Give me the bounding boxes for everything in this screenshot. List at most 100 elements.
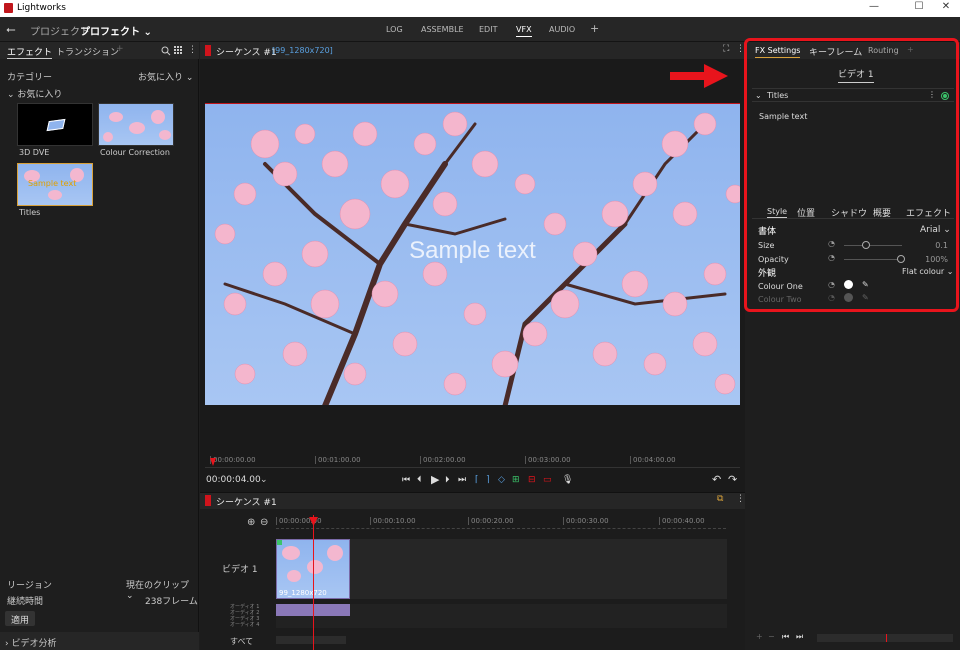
- apply-button[interactable]: 適用: [5, 611, 35, 626]
- overview-bar[interactable]: [276, 636, 346, 644]
- mark-out-icon[interactable]: ⌉: [486, 475, 490, 485]
- remove-icon[interactable]: ▭: [543, 475, 552, 485]
- insert-icon[interactable]: ⊞: [512, 475, 520, 485]
- tab-log[interactable]: LOG: [386, 25, 403, 34]
- effect-colour-correction-thumbnail[interactable]: [98, 103, 174, 146]
- sync-icon[interactable]: ⧉: [717, 494, 723, 504]
- opacity-slider-knob[interactable]: [897, 255, 905, 263]
- keyframe-icon[interactable]: ◔: [828, 280, 835, 289]
- zoom-in-icon[interactable]: ⊕: [247, 517, 255, 528]
- tab-fx-settings[interactable]: FX Settings: [755, 46, 801, 58]
- video-viewer[interactable]: Sample text: [205, 103, 740, 405]
- subtab-style[interactable]: Style: [767, 207, 788, 218]
- timeline-playhead[interactable]: [313, 515, 314, 650]
- timecode-display[interactable]: 00:00:04.00: [206, 475, 261, 485]
- maximize-button[interactable]: ☐: [905, 1, 933, 12]
- size-value[interactable]: 0.1: [914, 241, 948, 250]
- more-options-icon[interactable]: ⋮: [736, 494, 745, 504]
- playhead-handle[interactable]: [308, 515, 319, 527]
- tab-audio[interactable]: AUDIO: [549, 25, 575, 34]
- colour-one-label: Colour One: [758, 282, 803, 291]
- playhead-marker[interactable]: [208, 454, 218, 468]
- tab-transitions[interactable]: トランジション: [56, 45, 119, 58]
- video-track-selector[interactable]: ビデオ 1: [838, 67, 874, 83]
- delete-icon[interactable]: ⊟: [528, 475, 536, 485]
- collapse-icon[interactable]: ⌄: [755, 91, 762, 100]
- video-analysis-section[interactable]: › ビデオ分析: [0, 632, 199, 650]
- keyframe-icon[interactable]: ◔: [828, 239, 835, 248]
- appearance-dropdown[interactable]: Flat colour ⌄: [902, 267, 953, 276]
- bookmark-icon: [205, 495, 211, 506]
- play-icon[interactable]: ▶: [431, 473, 439, 486]
- ruler-tick: 00:00:30.00: [563, 517, 609, 525]
- keyframe-timeline[interactable]: [817, 634, 953, 642]
- more-options-icon[interactable]: ⋮: [928, 90, 936, 99]
- tab-vfx[interactable]: VFX: [516, 25, 532, 37]
- close-button[interactable]: ✕: [932, 1, 960, 12]
- effect-label: 3D DVE: [19, 148, 50, 157]
- add-keyframe-icon[interactable]: +: [756, 632, 763, 641]
- size-slider-knob[interactable]: [862, 241, 870, 249]
- colour-one-swatch[interactable]: [844, 280, 853, 289]
- clear-marks-icon[interactable]: ◇: [498, 475, 505, 485]
- ruler-tick: 00:03:00.00: [525, 456, 571, 464]
- size-slider-track[interactable]: [844, 245, 902, 246]
- font-dropdown[interactable]: Arial ⌄: [920, 225, 951, 235]
- eyedropper-icon[interactable]: ✎: [862, 280, 869, 289]
- more-options-icon[interactable]: ⋮: [736, 44, 745, 54]
- ruler-tick: 00:00:40.00: [659, 517, 705, 525]
- effect-header[interactable]: ⌄ Titles ⋮: [752, 88, 954, 102]
- minimize-button[interactable]: —: [860, 1, 888, 12]
- all-tracks-label[interactable]: すべて: [230, 636, 253, 647]
- keyframe-nav: + − ⏮ ⏭: [752, 630, 816, 644]
- mark-in-icon[interactable]: ⌈: [475, 475, 479, 485]
- step-back-icon[interactable]: ⏴: [417, 475, 422, 485]
- step-forward-icon[interactable]: ⏵: [445, 475, 450, 485]
- viewer-ruler[interactable]: 00:00:00.00 00:01:00.00 00:02:00.00 00:0…: [205, 454, 740, 468]
- add-tab-icon[interactable]: +: [590, 22, 599, 35]
- back-icon[interactable]: ⭠: [6, 22, 16, 37]
- fullscreen-icon[interactable]: ⛶: [723, 44, 729, 54]
- microphone-icon[interactable]: 🎙: [562, 475, 573, 485]
- subtab-overview[interactable]: 概要: [873, 206, 891, 219]
- go-to-start-icon[interactable]: ⏮: [402, 475, 410, 485]
- search-icon[interactable]: [161, 46, 171, 56]
- remove-keyframe-icon[interactable]: −: [768, 632, 775, 641]
- video-track-label[interactable]: ビデオ 1: [222, 562, 258, 575]
- category-dropdown[interactable]: お気に入り ⌄: [138, 70, 193, 83]
- text-input-area[interactable]: Sample text: [752, 104, 954, 200]
- eyedropper-icon[interactable]: ✎: [862, 293, 869, 302]
- tab-edit[interactable]: EDIT: [479, 25, 497, 34]
- go-to-end-icon[interactable]: ⏭: [458, 475, 466, 485]
- undo-icon[interactable]: ↶: [712, 473, 721, 486]
- opacity-slider-track[interactable]: [844, 259, 902, 260]
- tab-routing[interactable]: Routing: [868, 46, 899, 55]
- add-tab-icon[interactable]: +: [907, 45, 914, 54]
- zoom-out-icon[interactable]: ⊖: [260, 517, 268, 528]
- effect-titles-thumbnail[interactable]: Sample text: [17, 163, 93, 206]
- prev-keyframe-icon[interactable]: ⏮: [782, 632, 789, 642]
- tab-effects[interactable]: エフェクト: [7, 45, 53, 59]
- favorites-group[interactable]: ⌄ お気に入り: [7, 87, 62, 100]
- keyframe-icon[interactable]: ◔: [828, 253, 835, 262]
- timeline-ruler[interactable]: 00:00:00.00 00:00:10.00 00:00:20.00 00:0…: [276, 515, 726, 529]
- timecode-dropdown-icon[interactable]: ⌄: [260, 475, 268, 485]
- colour-two-swatch[interactable]: [844, 293, 853, 302]
- subtab-position[interactable]: 位置: [797, 206, 815, 219]
- more-options-icon[interactable]: ⋮: [188, 45, 197, 55]
- keyframe-icon[interactable]: ◔: [828, 293, 835, 302]
- opacity-value[interactable]: 100%: [914, 255, 948, 264]
- add-tab-icon[interactable]: +: [116, 44, 124, 54]
- tab-assemble[interactable]: ASSEMBLE: [421, 25, 464, 34]
- redo-icon[interactable]: ↷: [728, 473, 737, 486]
- tab-keyframes[interactable]: キーフレーム: [809, 45, 862, 58]
- grid-view-icon[interactable]: [174, 46, 183, 55]
- enable-toggle[interactable]: [941, 92, 949, 100]
- category-label: カテゴリー: [7, 73, 53, 83]
- next-keyframe-icon[interactable]: ⏭: [796, 632, 803, 642]
- subtab-effect[interactable]: エフェクト: [906, 206, 951, 219]
- subtab-shadow[interactable]: シャドウ: [831, 206, 867, 219]
- ruler-tick: 00:01:00.00: [315, 456, 361, 464]
- project-name-dropdown[interactable]: プロフェクト ⌄: [80, 23, 152, 38]
- effect-3d-dve-thumbnail[interactable]: [17, 103, 93, 146]
